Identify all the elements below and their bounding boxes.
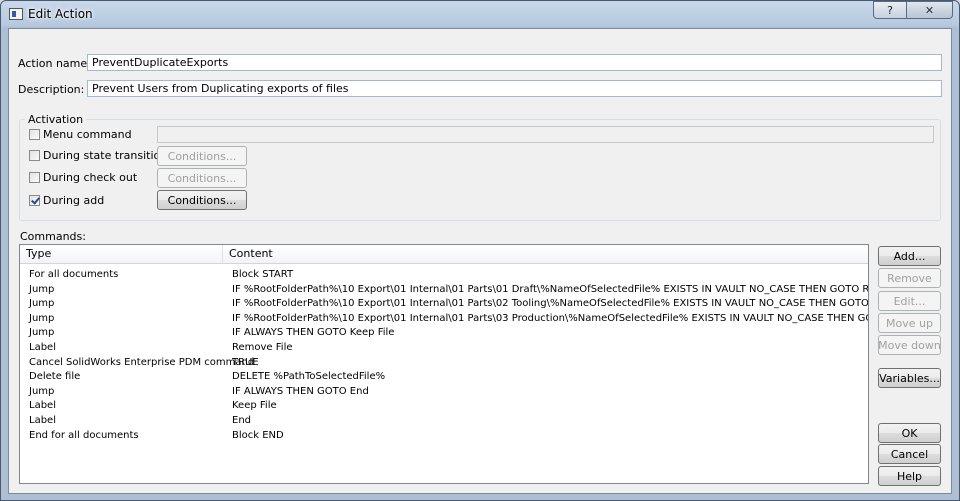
- command-content-cell: DELETE %PathToSelectedFile%: [232, 371, 386, 383]
- variables-button[interactable]: Variables...: [878, 368, 941, 388]
- column-header-type[interactable]: Type: [20, 245, 223, 263]
- command-content-cell: IF %RootFolderPath%\10 Export\01 Interna…: [232, 312, 868, 324]
- during-add-checkbox[interactable]: [29, 195, 40, 206]
- menu-command-label[interactable]: Menu command: [43, 128, 132, 141]
- close-caption-button[interactable]: ✕: [907, 1, 953, 19]
- table-row[interactable]: For all documents Block START: [20, 268, 868, 283]
- table-row[interactable]: Jump IF ALWAYS THEN GOTO Keep File: [20, 326, 868, 341]
- action-name-label: Action name:: [18, 57, 91, 70]
- column-header-content[interactable]: Content: [223, 245, 868, 263]
- move-up-button[interactable]: Move up: [878, 313, 941, 333]
- state-transition-label[interactable]: During state transition: [43, 149, 167, 162]
- description-label: Description:: [18, 83, 85, 96]
- command-type-cell: End for all documents: [29, 429, 139, 441]
- command-content-cell: IF ALWAYS THEN GOTO End: [232, 385, 369, 397]
- add-button[interactable]: Add...: [878, 246, 941, 266]
- check-out-checkbox[interactable]: [29, 172, 40, 183]
- edit-action-dialog: Edit Action ? ✕ Action name: PreventDupl…: [0, 0, 960, 501]
- during-add-conditions-button[interactable]: Conditions...: [157, 190, 247, 210]
- commands-list-body: For all documents Block START Jump IF %Root…: [20, 268, 868, 443]
- command-type-cell: Delete file: [29, 371, 81, 383]
- table-row[interactable]: Jump IF %RootFolderPath%\10 Export\01 Int…: [20, 283, 868, 298]
- command-content-cell: TRUE: [232, 356, 259, 368]
- command-type-cell: Jump: [29, 312, 55, 324]
- commands-label: Commands:: [20, 230, 86, 243]
- command-content-cell: End: [232, 414, 252, 426]
- during-add-label[interactable]: During add: [43, 194, 104, 207]
- commands-list-header: Type Content: [20, 245, 868, 264]
- table-row[interactable]: Jump IF %RootFolderPath%\10 Export\01 Int…: [20, 312, 868, 327]
- edit-button[interactable]: Edit...: [878, 291, 941, 311]
- command-type-cell: Label: [29, 341, 56, 353]
- title-bar[interactable]: Edit Action ? ✕: [1, 1, 959, 28]
- state-transition-conditions-button[interactable]: Conditions...: [157, 146, 247, 166]
- ok-button[interactable]: OK: [878, 423, 941, 443]
- command-content-cell: IF ALWAYS THEN GOTO Keep File: [232, 327, 395, 339]
- table-row[interactable]: Jump IF ALWAYS THEN GOTO End: [20, 385, 868, 400]
- command-content-cell: IF %RootFolderPath%\10 Export\01 Interna…: [232, 283, 869, 295]
- command-content-cell: IF %RootFolderPath%\10 Export\01 Interna…: [232, 298, 869, 310]
- command-type-cell: Cancel SolidWorks Enterprise PDM command: [29, 356, 255, 368]
- description-input[interactable]: Prevent Users from Duplicating exports o…: [87, 80, 942, 97]
- menu-command-field: [157, 126, 934, 143]
- check-out-label[interactable]: During check out: [43, 171, 137, 184]
- activation-group: Activation Menu command During state tra…: [19, 113, 941, 221]
- menu-command-checkbox[interactable]: [29, 129, 40, 140]
- cancel-button[interactable]: Cancel: [878, 444, 941, 464]
- action-name-input[interactable]: PreventDuplicateExports: [87, 54, 942, 71]
- command-type-cell: Jump: [29, 283, 55, 295]
- table-row[interactable]: Label End: [20, 414, 868, 429]
- caption-buttons: ? ✕: [873, 1, 953, 19]
- help-caption-button[interactable]: ?: [873, 1, 907, 19]
- check-out-conditions-button[interactable]: Conditions...: [157, 168, 247, 188]
- help-button[interactable]: Help: [878, 466, 941, 486]
- table-row[interactable]: Jump IF %RootFolderPath%\10 Export\01 Int…: [20, 297, 868, 312]
- app-icon: [9, 8, 23, 20]
- command-type-cell: Label: [29, 414, 56, 426]
- dialog-client-area: Action name: PreventDuplicateExports Des…: [8, 28, 952, 494]
- table-row[interactable]: Delete file DELETE %PathToSelectedFile%: [20, 370, 868, 385]
- command-content-cell: Remove File: [232, 341, 293, 353]
- command-content-cell: Block END: [232, 429, 284, 441]
- table-row[interactable]: End for all documents Block END: [20, 429, 868, 444]
- table-row[interactable]: Cancel SolidWorks Enterprise PDM command…: [20, 356, 868, 371]
- command-type-cell: Jump: [29, 385, 55, 397]
- command-type-cell: Label: [29, 400, 56, 412]
- command-content-cell: Keep File: [232, 400, 277, 412]
- remove-button[interactable]: Remove: [878, 268, 941, 288]
- table-row[interactable]: Label Keep File: [20, 399, 868, 414]
- table-row[interactable]: Label Remove File: [20, 341, 868, 356]
- command-content-cell: Block START: [232, 269, 294, 280]
- command-type-cell: For all documents: [29, 269, 119, 280]
- commands-list[interactable]: Type Content For all documents Block STAR…: [19, 244, 869, 484]
- command-type-cell: Jump: [29, 298, 55, 310]
- state-transition-checkbox[interactable]: [29, 150, 40, 161]
- window-title: Edit Action: [28, 7, 93, 21]
- move-down-button[interactable]: Move down: [878, 335, 941, 355]
- activation-group-title: Activation: [25, 113, 87, 126]
- command-type-cell: Jump: [29, 327, 55, 339]
